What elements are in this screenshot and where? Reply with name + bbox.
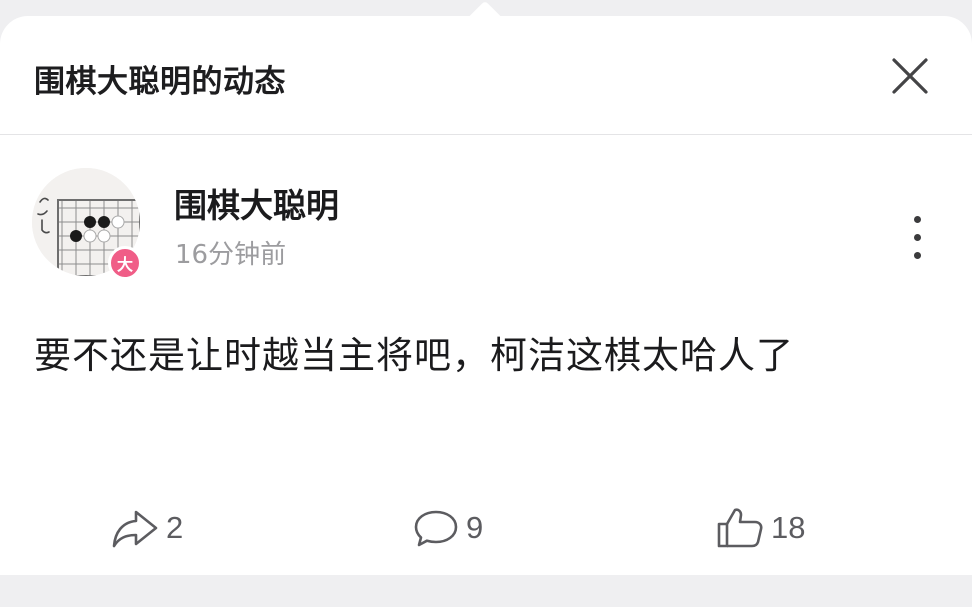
thumbs-up-icon xyxy=(717,508,763,548)
share-button[interactable]: 2 xyxy=(110,504,183,552)
comment-count: 9 xyxy=(466,510,484,545)
page-title: 围棋大聪明的动态 xyxy=(34,64,286,100)
post-text: 要不还是让时越当主将吧，柯洁这棋太哈人了 xyxy=(34,334,794,377)
more-options-button[interactable] xyxy=(906,214,930,262)
panel-header: 围棋大聪明的动态 xyxy=(0,16,972,135)
more-vertical-icon xyxy=(914,216,921,223)
share-icon xyxy=(112,510,158,548)
comment-icon xyxy=(414,510,458,547)
close-icon xyxy=(892,58,928,94)
post-timestamp: 16分钟前 xyxy=(175,240,287,270)
avatar[interactable]: 大 xyxy=(32,168,142,280)
share-count: 2 xyxy=(166,510,184,545)
comment-button[interactable]: 9 xyxy=(412,504,483,552)
more-vertical-icon-dot xyxy=(914,252,921,259)
author-name[interactable]: 围棋大聪明 xyxy=(174,179,339,227)
more-vertical-icon-dot xyxy=(914,234,921,241)
dynamic-panel: 围棋大聪明的动态 大 围棋大聪明 16分钟前 要不还是让时越当主将吧，柯洁这棋太… xyxy=(0,16,972,575)
like-button[interactable]: 18 xyxy=(715,504,805,552)
avatar-badge: 大 xyxy=(108,246,142,280)
like-count: 18 xyxy=(771,510,806,545)
close-button[interactable] xyxy=(888,54,932,98)
